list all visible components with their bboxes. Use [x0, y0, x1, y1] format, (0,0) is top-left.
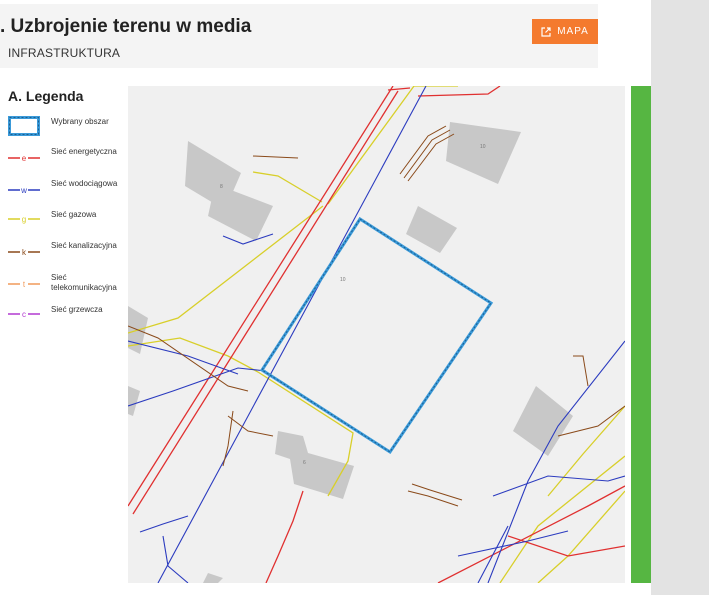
heating-line-icon: c [8, 309, 40, 319]
legend-item-telecom: t Sieć telekomunikacyjna [8, 273, 128, 295]
sewage-line-icon: k [8, 247, 40, 257]
legend-label: Sieć telekomunikacyjna [51, 273, 117, 292]
building [406, 206, 457, 253]
energy-line-icon: e [8, 153, 40, 163]
legend-item-gas: g Sieć gazowa [8, 210, 128, 224]
legend-title: A. Legenda [8, 88, 84, 104]
legend-item-energy: e Sieć energetyczna [8, 147, 128, 169]
building [203, 573, 223, 583]
legend-label: Sieć energetyczna [51, 147, 117, 156]
svg-text:e: e [22, 154, 27, 163]
building-number: 6 [303, 460, 306, 466]
water-line-icon: w [8, 185, 40, 195]
building [446, 122, 521, 184]
utility-map[interactable]: 10 8 10 6 [128, 86, 625, 583]
legend-label: Sieć grzewcza [51, 305, 103, 314]
building [513, 386, 573, 456]
legend-item-water: w Sieć wodociągowa [8, 179, 128, 201]
external-link-icon [541, 26, 551, 37]
building [208, 184, 273, 241]
legend-item-selected-area: Wybrany obszar [8, 116, 128, 136]
right-panel [651, 0, 709, 595]
svg-text:w: w [20, 186, 27, 195]
telecom-line-icon: t [8, 279, 40, 289]
building-number: 8 [220, 184, 223, 190]
building [275, 431, 354, 499]
utility-map-canvas[interactable]: 10 8 10 6 [128, 86, 625, 583]
building [128, 386, 140, 416]
building-number: 10 [480, 144, 486, 150]
side-status-bar [631, 86, 651, 583]
svg-text:c: c [22, 310, 26, 319]
selected-area-swatch-icon [8, 116, 40, 136]
map-button-label: MAPA [557, 26, 589, 37]
legend-label: Sieć kanalizacyjna [51, 241, 117, 250]
svg-text:g: g [22, 215, 26, 224]
legend-label: Sieć wodociągowa [51, 179, 118, 188]
legend-label: Sieć gazowa [51, 210, 97, 219]
legend-item-sewage: k Sieć kanalizacyjna [8, 241, 128, 263]
page-header: . Uzbrojenie terenu w media INFRASTRUKTU… [0, 4, 598, 68]
legend-item-heating: c Sieć grzewcza [8, 305, 128, 319]
page-subtitle: INFRASTRUKTURA [8, 46, 121, 60]
page-title: . Uzbrojenie terenu w media [0, 16, 252, 37]
parcel-number: 10 [340, 277, 346, 283]
gas-line-icon: g [8, 214, 40, 224]
legend-label: Wybrany obszar [51, 117, 109, 126]
map-button[interactable]: MAPA [532, 19, 598, 44]
